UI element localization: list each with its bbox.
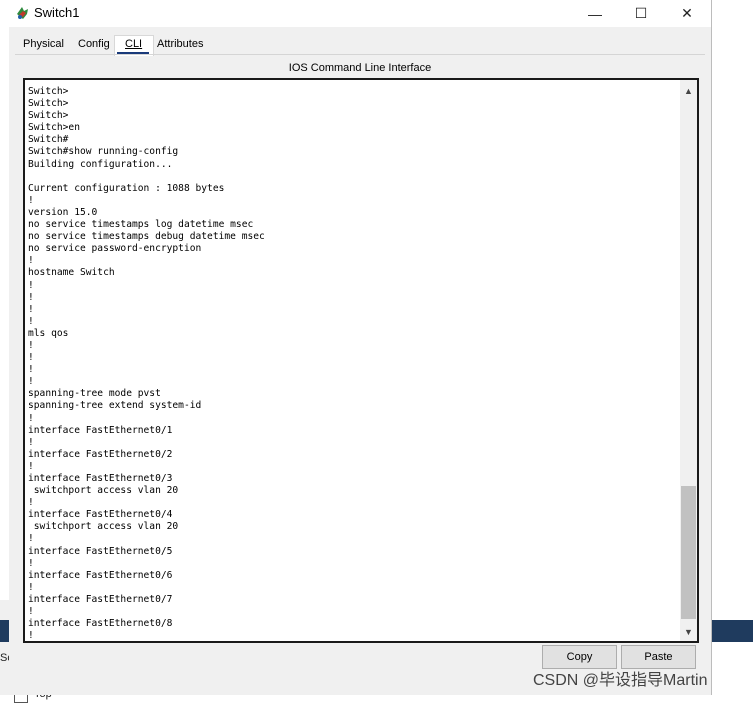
terminal-line: !: [28, 279, 34, 291]
title-bar[interactable]: Switch1 — ☐ ✕: [9, 0, 711, 27]
terminal-line: interface FastEthernet0/1: [28, 424, 173, 436]
terminal-line: !: [28, 303, 34, 315]
terminal-line: spanning-tree mode pvst: [28, 388, 161, 400]
terminal-line: !: [28, 315, 34, 327]
terminal-line: !: [28, 364, 34, 376]
minimize-button[interactable]: —: [572, 0, 618, 27]
background-desktop: [711, 0, 753, 695]
terminal-line: switchport access vlan 20: [28, 485, 179, 497]
terminal-line: !: [28, 376, 34, 388]
terminal-line: interface FastEthernet0/6: [28, 569, 173, 581]
tab-physical[interactable]: Physical: [23, 38, 64, 50]
switch-app-icon: [15, 5, 31, 21]
terminal-line: mls qos: [28, 327, 69, 339]
terminal-line: Switch#: [28, 134, 69, 146]
switch-window: Switch1 — ☐ ✕ Physical Config CLI Attrib…: [9, 0, 712, 695]
terminal-line: interface FastEthernet0/2: [28, 448, 173, 460]
terminal-line: interface FastEthernet0/4: [28, 509, 173, 521]
terminal-line: Building configuration...: [28, 158, 173, 170]
terminal-line: Switch#show running-config: [28, 146, 179, 158]
terminal-line: Switch>: [28, 86, 69, 97]
tab-cli[interactable]: CLI: [125, 38, 142, 50]
tab-config[interactable]: Config: [78, 38, 110, 50]
tab-cli-label: CLI: [125, 38, 143, 50]
terminal-line: !: [28, 581, 34, 593]
terminal-line: !: [28, 606, 34, 618]
terminal-line: !: [28, 436, 34, 448]
watermark-text: CSDN @毕设指导Martin: [533, 672, 708, 689]
terminal-line: Switch>: [28, 110, 69, 122]
terminal-line: Switch>: [28, 98, 69, 110]
terminal-line: !: [28, 255, 34, 267]
terminal-line: !: [28, 352, 34, 364]
terminal-line: interface FastEthernet0/5: [28, 545, 173, 557]
terminal-line: switchport access vlan 20: [28, 521, 179, 533]
terminal-line: version 15.0: [28, 206, 98, 218]
cli-terminal-frame: Switch> Switch> Switch> Switch>en Switch# Swi…: [23, 78, 699, 643]
terminal-line: !: [28, 291, 34, 303]
tab-attributes[interactable]: Attributes: [157, 38, 203, 50]
terminal-line: !: [28, 497, 34, 509]
maximize-button[interactable]: ☐: [618, 0, 664, 27]
terminal-line: !: [28, 630, 34, 639]
terminal-line: interface FastEthernet0/8: [28, 618, 173, 630]
terminal-line: Current configuration : 1088 bytes: [28, 182, 225, 194]
cli-header: IOS Command Line Interface: [15, 58, 705, 78]
terminal-line: interface FastEthernet0/3: [28, 473, 173, 484]
terminal-line: !: [28, 412, 34, 424]
close-button[interactable]: ✕: [664, 0, 710, 27]
scroll-up-arrow-icon[interactable]: ▲: [680, 82, 697, 99]
terminal-line: !: [28, 460, 34, 472]
scroll-down-arrow-icon[interactable]: ▼: [680, 623, 697, 640]
background-taskbar-right: [711, 620, 753, 642]
terminal-line: !: [28, 339, 34, 351]
terminal-line: hostname Switch: [28, 267, 115, 279]
window-title: Switch1: [34, 5, 80, 20]
terminal-line: !: [28, 194, 34, 206]
tab-divider: [15, 54, 705, 55]
terminal-scrollbar[interactable]: ▲ ▼: [680, 80, 697, 641]
background-taskbar-left: [0, 620, 9, 642]
terminal-line: no service password-encryption: [28, 243, 202, 255]
terminal-line: !: [28, 533, 34, 545]
terminal-line: no service timestamps log datetime msec: [28, 219, 254, 231]
terminal-line: no service timestamps debug datetime mse…: [28, 231, 265, 243]
cli-terminal-output[interactable]: Switch> Switch> Switch> Switch>en Switch# Swi…: [28, 86, 678, 639]
terminal-line: interface FastEthernet0/7: [28, 593, 173, 605]
terminal-line: Switch>en: [28, 122, 80, 134]
scrollbar-thumb[interactable]: [681, 486, 696, 619]
terminal-line: spanning-tree extend system-id: [28, 400, 202, 412]
terminal-line: !: [28, 557, 34, 569]
